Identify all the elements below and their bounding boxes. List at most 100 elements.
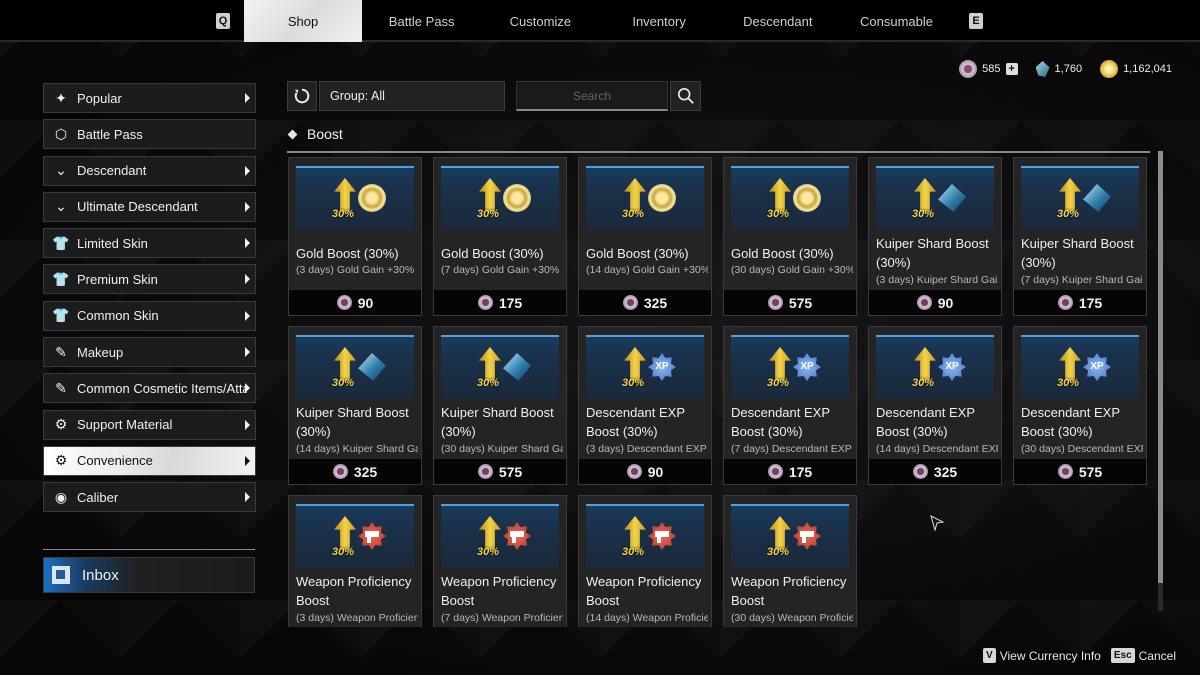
sidebar-item-ultimate-descendant[interactable]: ⌄ Ultimate Descendant — [43, 191, 256, 222]
sidebar-item-caliber[interactable]: ◉ Caliber — [43, 482, 256, 513]
gold-icon — [1100, 60, 1119, 78]
search-button[interactable] — [670, 81, 701, 111]
section-divider — [287, 151, 1150, 153]
shop-item-card[interactable]: 30% Gold Boost (30%) (7 days) Gold Gain +3… — [433, 157, 567, 316]
sidebar-item-label: Limited Skin — [77, 235, 148, 251]
price-value: 90 — [647, 463, 664, 480]
chevron-right-icon — [245, 455, 250, 466]
sidebar-item-label: Common Skin — [77, 308, 159, 324]
shop-item-card[interactable]: 30% Weapon Proficiency Boost (3 days) Weap… — [288, 495, 422, 627]
shop-item-card[interactable]: XP 30% Descendant EXP Boost (30%) (7 days) … — [723, 326, 857, 485]
item-price: 90 — [289, 290, 421, 315]
sidebar-item-makeup[interactable]: ✎ Makeup — [43, 337, 256, 368]
scrollbar[interactable] — [1158, 151, 1163, 611]
kuiper-shard-icon — [938, 184, 966, 212]
battle-pass-icon: ⬡ — [54, 125, 68, 142]
kuiper-shard-icon — [1083, 184, 1111, 212]
shop-item-card[interactable]: XP 30% Descendant EXP Boost (30%) (30 days)… — [1013, 326, 1147, 485]
boost-arrow-icon — [624, 347, 646, 381]
item-description: (14 days) Kuiper Shard Gain — [296, 443, 418, 455]
search-input[interactable] — [517, 82, 667, 109]
cancel-button[interactable]: Esc Cancel — [1110, 648, 1176, 663]
top-nav: Q Shop Battle Pass Customize Inventory Desce… — [0, 0, 1200, 42]
shop-item-card[interactable]: 30% Kuiper Shard Boost (30%) (30 days) Kui… — [433, 326, 567, 485]
shop-item-card[interactable]: XP 30% Descendant EXP Boost (30%) (3 days) … — [578, 326, 712, 485]
shop-category-sidebar: ✦ Popular ⬡ Battle Pass ⌄ Descendant ⌄ Ultimate… — [43, 83, 256, 519]
item-description: (3 days) Weapon Proficiency — [296, 612, 418, 624]
item-price: 90 — [869, 290, 1001, 315]
chevron-right-icon — [245, 93, 250, 103]
boost-percent-label: 30% — [477, 546, 500, 558]
shop-item-card[interactable]: 30% Kuiper Shard Boost (30%) (14 days) Kui… — [288, 326, 422, 485]
shop-item-card[interactable]: 30% Weapon Proficiency Boost (30 days) Wea… — [723, 495, 857, 627]
caliber-icon — [912, 464, 928, 479]
inbox-button[interactable]: Inbox — [43, 557, 255, 593]
item-title: Kuiper Shard Boost (30%) — [1021, 236, 1134, 270]
sidebar-item-battle-pass[interactable]: ⬡ Battle Pass — [43, 119, 256, 150]
boost-arrow-icon — [624, 516, 646, 550]
item-title: Weapon Proficiency Boost — [586, 574, 702, 608]
sidebar-item-common-cosmetic-items-attachments[interactable]: ✎ Common Cosmetic Items/Attachments — [43, 373, 256, 404]
item-thumbnail: 30% — [441, 504, 559, 568]
shop-item-card[interactable]: 30% Kuiper Shard Boost (30%) (3 days) Kuip… — [868, 157, 1002, 316]
item-thumbnail: 30% — [586, 166, 704, 230]
tab-shop[interactable]: Shop — [244, 0, 362, 42]
sidebar-item-limited-skin[interactable]: 👕 Limited Skin — [43, 228, 256, 259]
chevron-right-icon — [245, 419, 250, 430]
sidebar-item-support-material[interactable]: ⚙ Support Material — [43, 409, 256, 440]
item-description: (7 days) Kuiper Shard Gain — [1021, 274, 1143, 286]
boost-percent-label: 30% — [332, 546, 355, 558]
item-price: 325 — [869, 459, 1001, 484]
view-currency-info-button[interactable]: V View Currency Info — [983, 648, 1101, 663]
chevron-right-icon — [245, 383, 250, 394]
support-gear-icon: ⚙ — [54, 416, 68, 433]
scrollbar-thumb[interactable] — [1158, 151, 1163, 583]
item-price: 90 — [579, 459, 711, 484]
shop-item-card[interactable]: 30% Weapon Proficiency Boost (14 days) Wea… — [578, 495, 712, 627]
item-description: (7 days) Weapon Proficiency — [441, 612, 563, 624]
sidebar-item-label: Descendant — [77, 163, 147, 179]
boost-percent-label: 30% — [622, 546, 645, 558]
shirt-icon: 👕 — [52, 234, 70, 251]
shirt-icon: 👕 — [52, 307, 70, 324]
item-title: Descendant EXP Boost (30%) — [876, 405, 975, 439]
item-description: (7 days) Descendant EXP — [731, 443, 852, 455]
shop-item-card[interactable]: 30% Gold Boost (30%) (30 days) Gold Gain +… — [723, 157, 857, 316]
shop-item-card[interactable]: 30% Gold Boost (30%) (3 days) Gold Gain +3… — [288, 157, 422, 316]
boost-percent-label: 30% — [477, 377, 500, 389]
tab-inventory[interactable]: Inventory — [600, 0, 718, 42]
group-filter-dropdown[interactable]: Group: All — [319, 81, 505, 111]
add-caliber-button[interactable]: + — [1005, 63, 1018, 75]
sidebar-item-convenience[interactable]: ⚙ Convenience — [43, 445, 256, 476]
tab-battle-pass[interactable]: Battle Pass — [363, 0, 481, 42]
boost-arrow-icon — [769, 347, 791, 381]
item-price: 325 — [289, 459, 421, 484]
item-title: Kuiper Shard Boost (30%) — [441, 405, 554, 439]
shop-item-card[interactable]: 30% Gold Boost (30%) (14 days) Gold Gain +… — [578, 157, 712, 316]
shop-item-card[interactable]: 30% Weapon Proficiency Boost (7 days) Weap… — [433, 495, 567, 627]
refresh-button[interactable] — [287, 81, 317, 111]
tab-customize[interactable]: Customize — [481, 0, 599, 42]
tab-consumable[interactable]: Consumable — [838, 0, 956, 42]
sidebar-item-descendant[interactable]: ⌄ Descendant — [43, 155, 256, 186]
tab-descendant[interactable]: Descendant — [719, 0, 837, 42]
shop-item-card[interactable]: XP 30% Descendant EXP Boost (30%) (14 days)… — [868, 326, 1002, 485]
sidebar-item-label: Caliber — [77, 489, 119, 505]
item-thumbnail: XP 30% — [1021, 335, 1139, 399]
caliber-icon — [916, 295, 932, 310]
price-value: 575 — [1078, 463, 1103, 480]
xp-badge-icon: XP — [938, 353, 966, 381]
descendant-icon: ⌄ — [55, 162, 67, 179]
boost-arrow-icon — [914, 347, 936, 381]
item-title: Descendant EXP Boost (30%) — [731, 405, 830, 439]
cancel-label: Cancel — [1138, 648, 1176, 663]
sidebar-item-popular[interactable]: ✦ Popular — [43, 83, 256, 113]
item-description: (30 days) Gold Gain +30% — [731, 264, 853, 276]
wand-icon: ✎ — [55, 379, 67, 396]
shop-item-card[interactable]: 30% Kuiper Shard Boost (30%) (7 days) Kuip… — [1013, 157, 1147, 316]
search-field — [516, 81, 668, 111]
xp-badge-icon: XP — [793, 353, 821, 381]
price-value: 90 — [357, 294, 374, 311]
sidebar-item-premium-skin[interactable]: 👕 Premium Skin — [43, 264, 256, 295]
sidebar-item-common-skin[interactable]: 👕 Common Skin — [43, 300, 256, 331]
